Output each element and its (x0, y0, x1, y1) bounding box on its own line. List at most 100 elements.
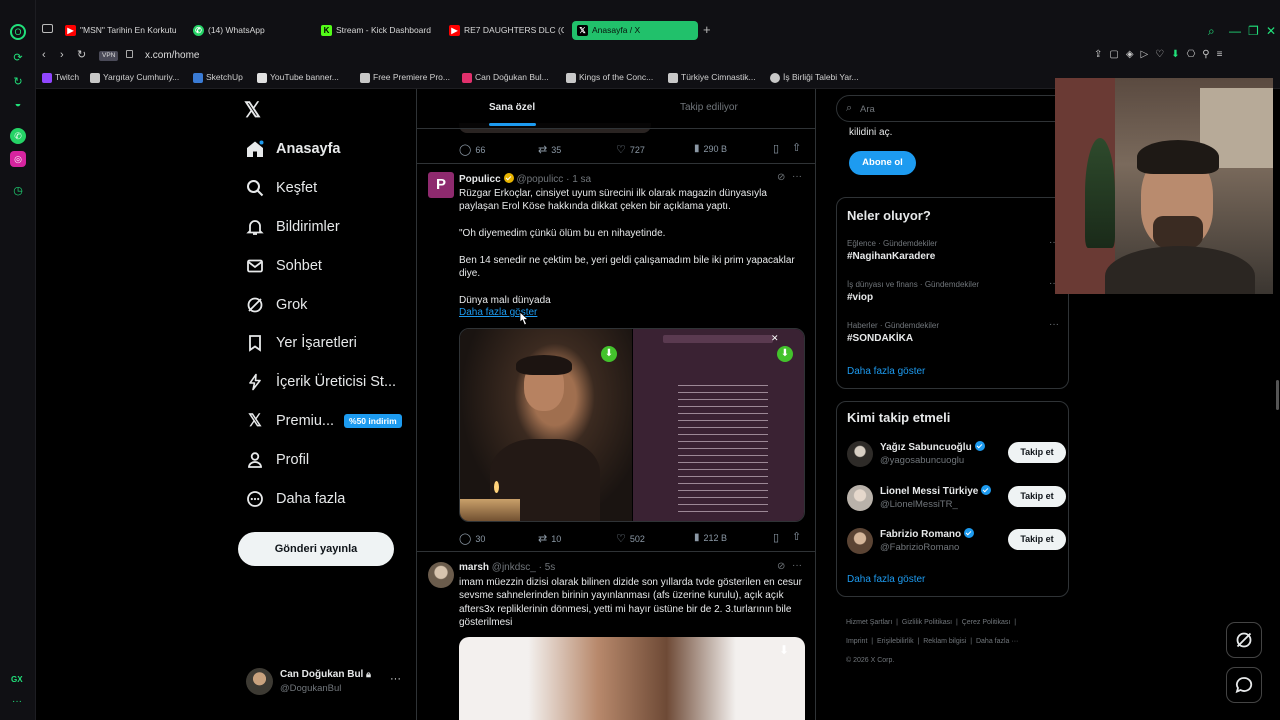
repost-button[interactable]: ⇄ 10 (538, 532, 561, 545)
tab-4[interactable]: ▶ RE7 DAUGHTERS DLC (Gi (444, 21, 564, 40)
follow-button[interactable]: Takip et (1008, 486, 1066, 507)
download-icon[interactable]: ⬇ (601, 346, 617, 362)
nav-home[interactable]: Anasayfa (246, 136, 340, 162)
author-name[interactable]: Populicc (459, 174, 501, 185)
bookmark-icon[interactable]: ▯ (773, 142, 779, 155)
download-icon[interactable]: ⬇ (777, 346, 793, 362)
share-icon[interactable]: ⇧ (792, 530, 801, 543)
minimize-icon[interactable]: — (1229, 24, 1241, 38)
tweet-time[interactable]: · 1 sa (566, 174, 591, 185)
trend-item[interactable]: Eğlence · Gündemdekiler #NagihanKaradere… (847, 237, 1059, 262)
reload-icon[interactable]: ↻ (77, 48, 86, 61)
views-button[interactable]: ▮ 290 B (694, 143, 727, 154)
bookmark-sketchup[interactable]: SketchUp (193, 72, 243, 83)
extension-icons[interactable]: ⇪▢◈▷♡⬇⎔⚲≡ (1094, 49, 1229, 60)
nav-notifications[interactable]: Bildirimler (246, 214, 340, 240)
who-show-more-link[interactable]: Daha fazla göster (847, 574, 925, 585)
tab-5-active[interactable]: 𝕏 Anasayfa / X (572, 21, 698, 40)
new-tab-button[interactable]: + (703, 22, 711, 37)
x-logo-icon[interactable]: 𝕏 (244, 98, 261, 123)
more-icon[interactable]: ··· (1049, 319, 1059, 330)
author-handle[interactable]: @populicc (516, 174, 563, 185)
tweet-media[interactable]: ⬇ (459, 637, 805, 720)
trend-item[interactable]: İş dünyası ve finans · Gündemdekiler #vi… (847, 278, 1059, 303)
search-input[interactable]: ⌕ Ara (836, 95, 1076, 122)
maximize-icon[interactable]: ❐ (1248, 24, 1259, 38)
tab-1[interactable]: ▶ "MSN" Tarihin En Korkutu (60, 21, 176, 40)
nav-premium[interactable]: 𝕏 Premiu... %50 indirim (246, 408, 402, 434)
account-more-icon[interactable]: ··· (390, 673, 401, 685)
reply-button[interactable]: ◯ 30 (459, 532, 485, 545)
refresh-icon[interactable]: ⟳ (10, 50, 26, 66)
footer-link[interactable]: Daha fazla ··· (976, 638, 1018, 645)
follow-button[interactable]: Takip et (1008, 442, 1066, 463)
back-icon[interactable]: ‹ (42, 49, 46, 61)
lock-icon[interactable] (126, 50, 133, 58)
tab-for-you[interactable]: Sana özel (489, 102, 535, 113)
download-icon[interactable]: ⬇ (779, 643, 789, 657)
opera-logo-icon[interactable]: O (10, 24, 26, 40)
account-switcher[interactable]: Can Doğukan Bul 🔒︎ @DogukanBul ··· (246, 666, 416, 698)
footer-link[interactable]: Çerez Politikası (962, 619, 1011, 626)
bookmark-twitch[interactable]: Twitch (42, 72, 79, 83)
vpn-badge[interactable]: VPN (99, 51, 119, 61)
bookmark-isbirligi[interactable]: İş Birliği Talebi Yar... (770, 72, 859, 83)
bookmark-cimnastik[interactable]: Türkiye Cimnastik... (668, 72, 756, 83)
follow-button[interactable]: Takip et (1008, 529, 1066, 550)
grok-icon[interactable]: ⊘ (777, 172, 785, 183)
url-field[interactable]: x.com/home (145, 50, 199, 61)
post-button[interactable]: Gönderi yayınla (238, 532, 394, 566)
tab-following[interactable]: Takip ediliyor (680, 102, 738, 113)
views-button[interactable]: ▮ 212 B (694, 532, 727, 543)
footer-link[interactable]: Imprint (846, 638, 867, 645)
footer-link[interactable]: Erişilebilirlik (877, 638, 914, 645)
nav-creator-studio[interactable]: İçerik Üreticisi St... (246, 369, 396, 395)
tweet-media[interactable]: ⬇ ✕ ⬇ (459, 328, 805, 522)
like-button[interactable]: ♡ 502 (616, 532, 645, 545)
trends-show-more-link[interactable]: Daha fazla göster (847, 366, 925, 377)
aria-icon[interactable]: ◒ (10, 96, 26, 112)
tweet-time[interactable]: · 5s (539, 562, 556, 573)
grok-floating-button[interactable] (1226, 622, 1262, 658)
sidebar-more-icon[interactable]: ··· (12, 696, 22, 707)
author-name[interactable]: marsh (459, 562, 489, 573)
bookmark-instagram[interactable]: Can Doğukan Bul... (462, 72, 549, 83)
grok-icon[interactable]: ⊘ (777, 561, 785, 572)
clock-icon[interactable]: ◷ (10, 183, 26, 199)
more-icon[interactable]: ··· (792, 171, 802, 182)
forward-icon[interactable]: › (60, 49, 64, 61)
follow-suggestion[interactable]: Yağız Sabuncuoğlu @yagosabuncuoglu Takip… (847, 439, 1066, 469)
messages-floating-button[interactable] (1226, 667, 1262, 703)
scrollbar[interactable] (1276, 380, 1279, 410)
repost-button[interactable]: ⇄ 35 (538, 143, 561, 156)
tab-3[interactable]: K Stream - Kick Dashboard (316, 21, 432, 40)
nav-bookmarks[interactable]: Yer İşaretleri (246, 330, 357, 356)
nav-explore[interactable]: Keşfet (246, 175, 317, 201)
footer-link[interactable]: Reklam bilgisi (923, 638, 966, 645)
tab-2[interactable]: ✆ (14) WhatsApp (188, 21, 304, 40)
bookmark-youtube-banner[interactable]: YouTube banner... (257, 72, 339, 83)
more-icon[interactable]: ··· (792, 560, 802, 571)
subscribe-button[interactable]: Abone ol (849, 151, 916, 175)
avatar[interactable] (428, 562, 454, 588)
author-handle[interactable]: @jnkdsc_ (492, 562, 536, 573)
nav-messages[interactable]: Sohbet (246, 253, 322, 279)
footer-link[interactable]: Gizlilik Politikası (902, 619, 952, 626)
whatsapp-icon[interactable]: ✆ (10, 128, 26, 144)
share-icon[interactable]: ⇧ (792, 141, 801, 154)
like-button[interactable]: ♡ 727 (616, 143, 645, 156)
instagram-icon[interactable]: ◎ (10, 151, 26, 167)
bookmark-kings[interactable]: Kings of the Conc... (566, 72, 653, 83)
nav-grok[interactable]: Grok (246, 292, 307, 318)
bookmark-icon[interactable]: ▯ (773, 531, 779, 544)
trend-item[interactable]: Haberler · Gündemdekiler #SONDAKİKA ··· (847, 319, 1059, 344)
bookmark-yargitay[interactable]: Yargıtay Cumhuriy... (90, 72, 179, 83)
footer-link[interactable]: Hizmet Şartları (846, 619, 892, 626)
follow-suggestion[interactable]: Lionel Messi Türkiye @LionelMessiTR_ Tak… (847, 483, 1066, 513)
close-window-icon[interactable]: ✕ (1266, 24, 1276, 38)
reply-button[interactable]: ◯ 66 (459, 143, 485, 156)
search-icon[interactable]: ⌕ (1208, 24, 1215, 39)
history-icon[interactable]: ↻ (10, 74, 26, 90)
bookmark-premiere[interactable]: Free Premiere Pro... (360, 72, 450, 83)
workspaces-icon[interactable] (42, 24, 53, 33)
